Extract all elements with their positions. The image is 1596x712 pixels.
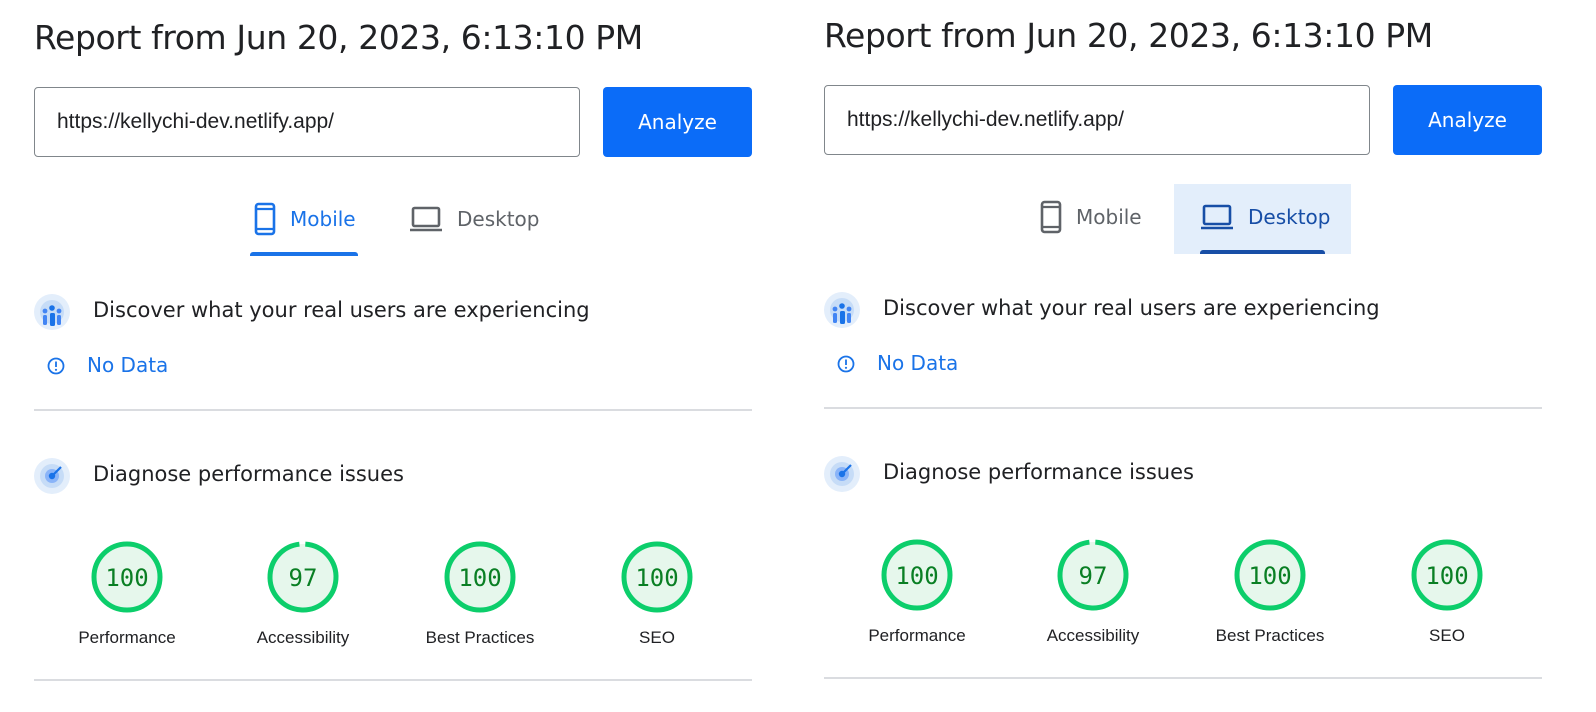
section-divider bbox=[824, 677, 1542, 679]
tab-mobile[interactable]: Mobile bbox=[1040, 184, 1150, 254]
url-input[interactable] bbox=[824, 85, 1370, 155]
radar-icon bbox=[824, 456, 860, 492]
score-label: Accessibility bbox=[1046, 626, 1140, 645]
no-data-link[interactable]: No Data bbox=[877, 351, 958, 375]
score-value: 100 bbox=[458, 564, 501, 592]
device-tabs: Mobile Desktop bbox=[34, 186, 754, 256]
score-value: 100 bbox=[1425, 562, 1468, 590]
tab-desktop[interactable]: Desktop bbox=[409, 186, 559, 256]
device-tabs: Mobile Desktop bbox=[824, 184, 1544, 254]
score-value: 100 bbox=[635, 564, 678, 592]
tab-desktop-label: Desktop bbox=[457, 207, 540, 231]
score-label: SEO bbox=[639, 628, 675, 647]
score-gauge-accessibility[interactable]: 97 Accessibility bbox=[233, 540, 373, 660]
smartphone-icon bbox=[1040, 200, 1062, 234]
score-label: Best Practices bbox=[425, 628, 535, 647]
tab-desktop-label: Desktop bbox=[1248, 205, 1331, 229]
score-value: 100 bbox=[105, 564, 148, 592]
score-label: Performance bbox=[868, 626, 966, 645]
analyze-button[interactable]: Analyze bbox=[1393, 85, 1542, 155]
score-value: 100 bbox=[1248, 562, 1291, 590]
score-gauge-best-practices[interactable]: 100 Best Practices bbox=[410, 540, 550, 660]
active-tab-indicator bbox=[1200, 250, 1325, 254]
url-input[interactable] bbox=[34, 87, 580, 157]
laptop-icon bbox=[409, 205, 443, 233]
score-label: Accessibility bbox=[256, 628, 350, 647]
score-value: 97 bbox=[289, 564, 318, 592]
score-label: SEO bbox=[1429, 626, 1465, 645]
lab-data-section-title: Diagnose performance issues bbox=[883, 460, 1194, 484]
no-data-link[interactable]: No Data bbox=[87, 353, 168, 377]
info-circle-icon bbox=[47, 357, 65, 375]
report-panel-desktop: Report from Jun 20, 2023, 6:13:10 PM Ana… bbox=[824, 0, 1544, 710]
report-panel-mobile: Report from Jun 20, 2023, 6:13:10 PM Ana… bbox=[34, 0, 754, 712]
score-gauge-performance[interactable]: 100 Performance bbox=[57, 540, 197, 660]
info-circle-icon bbox=[837, 355, 855, 373]
field-data-section-title: Discover what your real users are experi… bbox=[93, 298, 590, 322]
tab-desktop[interactable]: Desktop bbox=[1174, 184, 1351, 254]
score-gauge-seo[interactable]: 100 SEO bbox=[587, 540, 727, 660]
section-divider bbox=[34, 409, 752, 411]
tab-mobile-label: Mobile bbox=[1076, 205, 1142, 229]
lab-data-section-title: Diagnose performance issues bbox=[93, 462, 404, 486]
tab-mobile-label: Mobile bbox=[290, 207, 356, 231]
tab-mobile[interactable]: Mobile bbox=[250, 186, 358, 256]
score-gauge-performance[interactable]: 100 Performance bbox=[847, 538, 987, 658]
field-data-section-title: Discover what your real users are experi… bbox=[883, 296, 1380, 320]
laptop-icon bbox=[1200, 203, 1234, 231]
report-title: Report from Jun 20, 2023, 6:13:10 PM bbox=[34, 18, 643, 57]
users-experience-icon bbox=[824, 292, 860, 328]
score-value: 97 bbox=[1079, 562, 1108, 590]
analyze-button[interactable]: Analyze bbox=[603, 87, 752, 157]
active-tab-indicator bbox=[250, 252, 358, 256]
score-gauge-best-practices[interactable]: 100 Best Practices bbox=[1200, 538, 1340, 658]
score-gauge-seo[interactable]: 100 SEO bbox=[1377, 538, 1517, 658]
report-title: Report from Jun 20, 2023, 6:13:10 PM bbox=[824, 16, 1433, 55]
section-divider bbox=[34, 679, 752, 681]
score-gauge-accessibility[interactable]: 97 Accessibility bbox=[1023, 538, 1163, 658]
section-divider bbox=[824, 407, 1542, 409]
radar-icon bbox=[34, 458, 70, 494]
smartphone-icon bbox=[254, 202, 276, 236]
score-label: Best Practices bbox=[1215, 626, 1325, 645]
users-experience-icon bbox=[34, 294, 70, 330]
score-label: Performance bbox=[78, 628, 176, 647]
score-value: 100 bbox=[895, 562, 938, 590]
